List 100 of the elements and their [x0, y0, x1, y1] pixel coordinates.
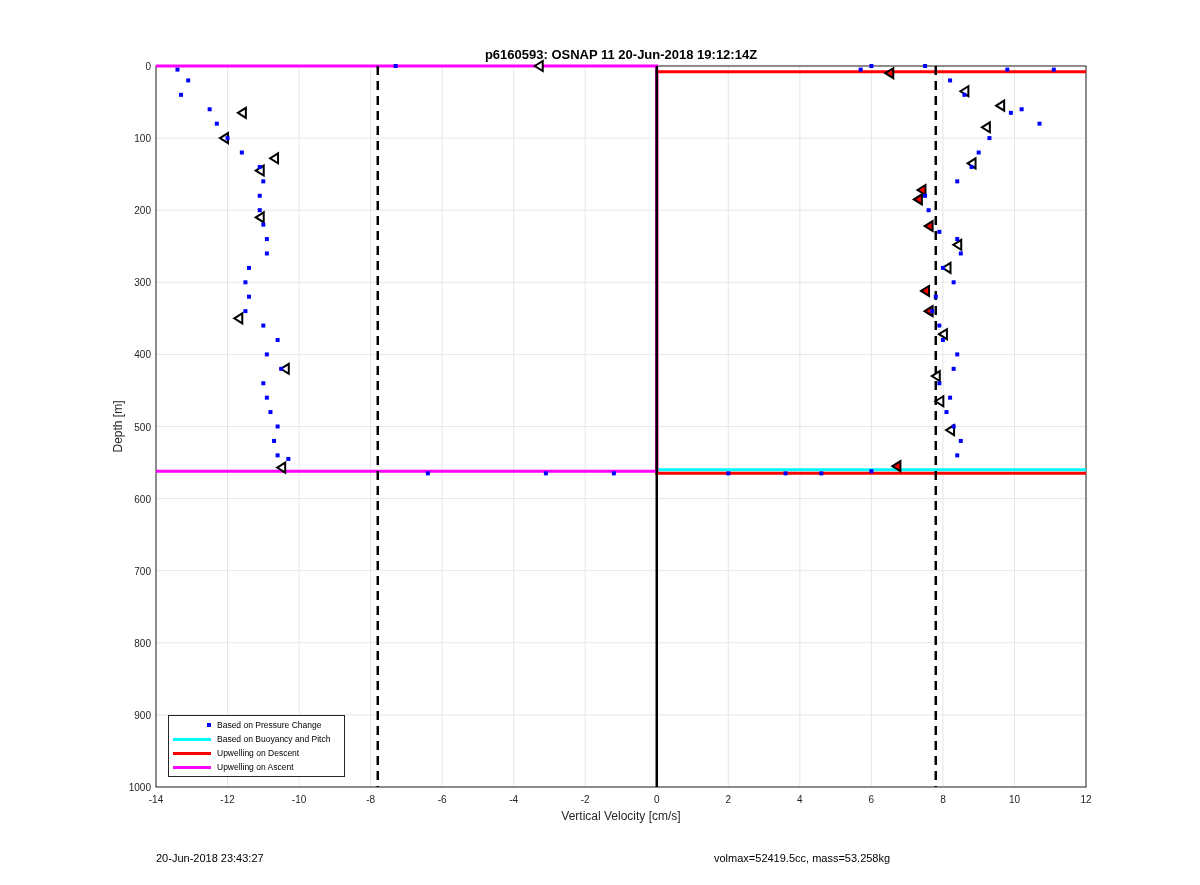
data-point — [275, 338, 280, 342]
x-tick-label: -2 — [580, 794, 590, 805]
x-tick-label: 8 — [940, 794, 946, 805]
triangle-marker — [235, 106, 247, 120]
legend-line-icon — [173, 765, 211, 769]
y-tick-label: 900 — [134, 709, 151, 721]
data-point — [869, 64, 874, 68]
volume-mass-text: volmax=52419.5cc, mass=53.258kg — [714, 851, 891, 866]
chart-title: p6160593: OSNAP 11 20-Jun-2018 19:12:14Z — [484, 47, 758, 62]
data-point — [940, 338, 945, 342]
triangle-marker — [919, 284, 931, 298]
x-tick-label: 0 — [654, 794, 660, 805]
y-tick-label: 500 — [134, 421, 151, 433]
legend-label: Upwelling on Ascent — [217, 762, 294, 772]
x-tick-label: -14 — [148, 794, 164, 805]
triangle-marker — [890, 459, 902, 473]
y-tick-label: 400 — [134, 349, 151, 361]
data-point — [1008, 110, 1013, 115]
triangle-marker — [268, 151, 280, 166]
data-point — [858, 67, 863, 72]
data-point — [279, 366, 284, 371]
data-point — [261, 222, 266, 227]
data-point — [225, 136, 230, 141]
data-point — [264, 237, 269, 242]
x-tick-label: 10 — [1008, 794, 1020, 805]
data-point — [937, 229, 942, 234]
data-point — [257, 193, 262, 198]
data-point — [275, 424, 280, 429]
data-point — [261, 381, 266, 386]
x-tick-label: 2 — [725, 794, 732, 805]
x-tick-label: -6 — [437, 794, 447, 805]
data-point — [923, 64, 928, 68]
data-point — [186, 78, 191, 83]
triangle-marker — [253, 163, 265, 178]
x-tick-label: -10 — [291, 794, 307, 805]
data-point — [726, 471, 731, 476]
data-point — [951, 366, 956, 371]
data-point — [286, 456, 291, 461]
x-tick-label: 6 — [868, 794, 875, 805]
data-point — [257, 208, 262, 213]
triangle-marker — [929, 369, 941, 383]
data-point — [1019, 107, 1024, 112]
data-point — [940, 265, 945, 270]
data-point — [819, 471, 824, 476]
legend-label: Based on Pressure Change — [217, 720, 322, 730]
data-point — [955, 453, 960, 458]
data-point — [937, 381, 942, 386]
data-point — [1051, 67, 1056, 72]
triangle-marker — [922, 219, 934, 233]
data-point — [264, 395, 269, 400]
data-point — [425, 471, 430, 476]
data-point — [923, 193, 928, 198]
triangle-marker — [994, 98, 1006, 113]
triangle-marker — [951, 238, 963, 252]
triangle-marker — [232, 311, 244, 326]
data-point — [951, 280, 956, 285]
data-point — [247, 265, 251, 270]
y-axis-label: Depth [m] — [111, 400, 125, 453]
x-tick-label: 12 — [1080, 794, 1092, 805]
data-point — [955, 237, 960, 242]
y-tick-label: 300 — [134, 277, 151, 289]
y-tick-label: 100 — [134, 133, 151, 145]
triangle-marker — [937, 327, 948, 341]
x-tick-label: -4 — [509, 794, 519, 805]
triangle-marker — [275, 460, 287, 475]
data-point — [275, 453, 280, 458]
data-point — [175, 67, 180, 72]
data-point — [955, 179, 960, 184]
legend-label: Based on Buoyancy and Pitch — [217, 734, 331, 744]
data-point — [948, 395, 953, 400]
timestamp-text: 20-Jun-2018 23:43:27 — [156, 851, 265, 866]
data-point — [948, 78, 953, 83]
legend-label: Upwelling on Descent — [217, 748, 300, 758]
data-point — [268, 410, 273, 415]
triangle-marker — [979, 120, 991, 135]
data-point — [958, 438, 963, 443]
data-point — [257, 164, 262, 169]
data-point — [543, 471, 548, 476]
data-point — [930, 309, 935, 314]
x-tick-label: -12 — [220, 794, 235, 805]
data-point — [951, 424, 956, 429]
data-point — [783, 471, 788, 476]
data-point — [976, 150, 981, 155]
x-tick-label: -8 — [366, 794, 376, 805]
legend-line-icon — [173, 751, 211, 755]
data-point — [214, 121, 219, 126]
data-point — [969, 164, 974, 169]
data-point — [869, 469, 874, 474]
y-tick-label: 700 — [134, 565, 151, 577]
y-tick-label: 0 — [145, 61, 151, 72]
x-tick-label: 4 — [797, 794, 803, 805]
data-point — [264, 352, 269, 357]
data-point — [272, 438, 277, 443]
data-point — [611, 471, 616, 476]
triangle-marker — [912, 192, 923, 207]
data-point — [239, 150, 244, 155]
x-axis-label: Vertical Velocity [cm/s] — [561, 809, 681, 823]
data-point — [247, 294, 251, 299]
data-point — [955, 352, 960, 357]
data-point — [1005, 67, 1010, 72]
